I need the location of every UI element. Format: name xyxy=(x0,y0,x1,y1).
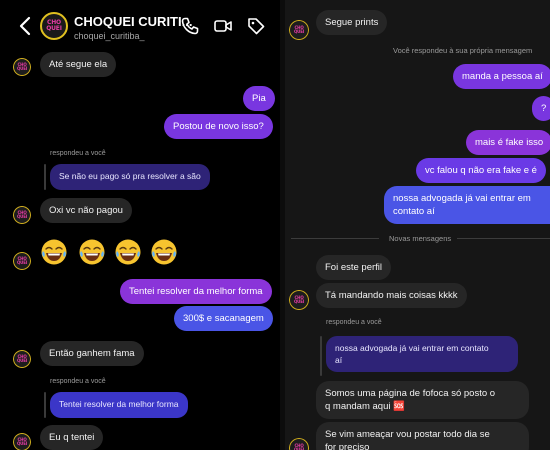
tag-icon[interactable] xyxy=(246,16,266,36)
reply-bar xyxy=(44,164,46,190)
quoted-message[interactable]: Se não eu pago só pra resolver a são xyxy=(50,164,210,190)
message-bubble[interactable]: Até segue ela xyxy=(40,52,117,77)
message-bubble[interactable]: mais é fake isso xyxy=(466,130,550,155)
message-bubble[interactable]: vc falou q não era fake e é xyxy=(416,158,546,183)
message-bubble[interactable]: Somos uma página de fofoca só posto o q … xyxy=(316,381,529,419)
message-bubble[interactable]: Se vim ameaçar vou postar todo dia se fo… xyxy=(316,422,529,450)
sender-avatar[interactable]: CHO QUEI xyxy=(289,438,309,450)
message-bubble[interactable]: manda a pessoa aí xyxy=(453,64,550,89)
reply-label: respondeu a você xyxy=(50,150,106,157)
system-notice: Você respondeu à sua própria mensagem xyxy=(393,46,533,55)
chat-panel-left: CHO QUEI CHOQUEI CURITI... choquei_curit… xyxy=(0,0,280,450)
avatar-logo: CHO QUEI xyxy=(46,19,62,32)
chat-username[interactable]: choquei_curitiba_ xyxy=(74,31,145,41)
message-bubble[interactable]: 300$ e sacanagem xyxy=(174,306,273,331)
sender-avatar[interactable]: CHO QUEI xyxy=(13,350,31,368)
chat-header: CHO QUEI CHOQUEI CURITI... choquei_curit… xyxy=(0,0,280,52)
message-bubble[interactable]: Então ganhem fama xyxy=(40,341,144,366)
message-bubble[interactable]: Tentei resolver da melhor forma xyxy=(120,279,272,304)
chat-panel-right: CHO QUEI Segue prints Você respondeu à su… xyxy=(285,0,550,450)
sender-avatar[interactable]: CHO QUEI xyxy=(13,433,31,450)
sender-avatar[interactable]: CHO QUEI xyxy=(13,206,31,224)
laughing-emoji-icon xyxy=(115,239,141,265)
message-bubble[interactable]: Pia xyxy=(243,86,275,111)
message-bubble[interactable]: Postou de novo isso? xyxy=(164,114,273,139)
video-icon[interactable] xyxy=(213,16,233,36)
reply-bar xyxy=(320,336,322,376)
back-icon[interactable] xyxy=(18,16,32,36)
message-bubble[interactable]: Tá mandando mais coisas kkkk xyxy=(316,283,467,308)
sender-avatar[interactable]: CHO QUEI xyxy=(13,58,31,76)
quoted-message[interactable]: Tentei resolver da melhor forma xyxy=(50,392,188,418)
sender-avatar[interactable]: CHO QUEI xyxy=(13,252,31,270)
message-bubble[interactable]: Eu q tentei xyxy=(40,425,104,450)
message-bubble[interactable]: nossa advogada já vai entrar em contato … xyxy=(384,186,550,224)
laughing-emoji-icon xyxy=(151,239,177,265)
message-bubble[interactable]: Foi este perfil xyxy=(316,255,392,280)
reply-label: respondeu a você xyxy=(50,378,106,385)
avatar[interactable]: CHO QUEI xyxy=(40,12,68,40)
reply-label: respondeu a você xyxy=(326,319,382,326)
quoted-message[interactable]: nossa advogada já vai entrar em contato … xyxy=(326,336,518,372)
phone-icon[interactable] xyxy=(180,16,200,36)
sender-avatar[interactable]: CHO QUEI xyxy=(289,20,309,40)
reply-bar xyxy=(44,392,46,418)
message-bubble[interactable]: Oxi vc não pagou xyxy=(40,198,132,223)
laughing-emoji-icon xyxy=(41,239,67,265)
message-bubble[interactable]: ? xyxy=(532,96,550,121)
chat-title[interactable]: CHOQUEI CURITI... xyxy=(74,14,192,29)
laughing-emoji-icon xyxy=(79,239,105,265)
message-bubble[interactable]: Segue prints xyxy=(316,10,388,35)
sender-avatar[interactable]: CHO QUEI xyxy=(289,290,309,310)
